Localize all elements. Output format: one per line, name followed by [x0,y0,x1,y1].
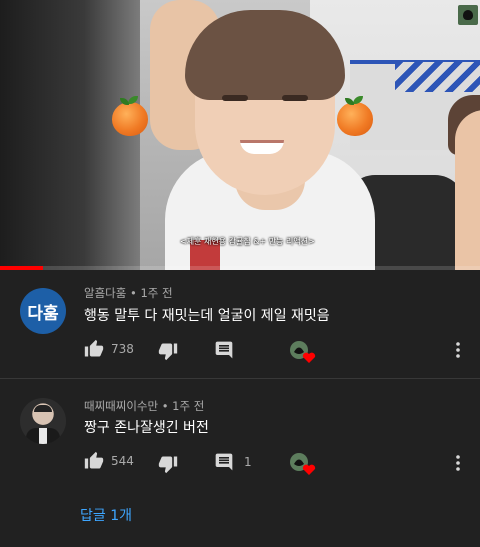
reply-count: 1 [244,455,252,469]
thumbs-up-icon [84,451,104,469]
video-player[interactable]: <제훈 재현용 감귤칩 &+ 만능 리액션> [0,0,480,270]
comment-divider [0,378,480,379]
more-vert-icon[interactable] [452,453,464,473]
reply-comment-icon [215,341,233,359]
progress-fill [0,266,44,270]
video-box-stripes [395,62,480,92]
like-button[interactable]: 544 [84,451,134,471]
thumbs-up-icon [84,339,104,357]
creator-heart-icon [289,452,317,476]
avatar-text: 다훔 [27,303,59,324]
video-person-eye-left [222,95,248,101]
meta-separator: • [161,399,173,413]
comment-author[interactable]: 때찌때찌이수만 [84,399,158,413]
dislike-button[interactable] [158,341,178,361]
like-count: 544 [111,454,134,468]
avatar[interactable]: 다훔 [20,288,66,334]
meta-separator: • [129,286,141,300]
comment-time[interactable]: 1주 전 [140,286,172,300]
reply-button[interactable] [214,340,234,360]
video-caption: <제훈 재현용 감귤칩 &+ 만능 리액션> [180,237,315,246]
progress-bar[interactable] [0,266,480,270]
comment-meta: 알흠다훔 • 1주 전 [84,285,173,301]
comment-author[interactable]: 알흠다훔 [84,286,126,300]
thumbs-down-icon [158,456,178,474]
comment-text: 행동 말투 다 재밋는데 얼굴이 제일 재밋음 [84,308,330,324]
video-person-eye-right [282,95,308,101]
dislike-button[interactable] [158,454,178,474]
channel-watermark-icon[interactable] [458,5,478,25]
video-side-person [455,110,480,270]
peach-icon [335,96,375,136]
comment-meta: 때찌때찌이수만 • 1주 전 [84,398,204,414]
thumbs-down-icon [158,343,178,361]
creator-heart-icon [289,340,317,364]
peach-icon [110,96,150,136]
avatar[interactable] [20,398,66,444]
view-replies-link[interactable]: 답글 1개 [80,505,132,525]
comment-time[interactable]: 1주 전 [172,399,204,413]
like-count: 738 [111,342,134,356]
reply-comment-icon [215,453,233,471]
more-vert-icon[interactable] [452,340,464,360]
reply-button[interactable]: 1 [214,452,252,472]
like-button[interactable]: 738 [84,339,134,359]
comment-text: 짱구 존나잘생긴 버전 [84,420,209,436]
